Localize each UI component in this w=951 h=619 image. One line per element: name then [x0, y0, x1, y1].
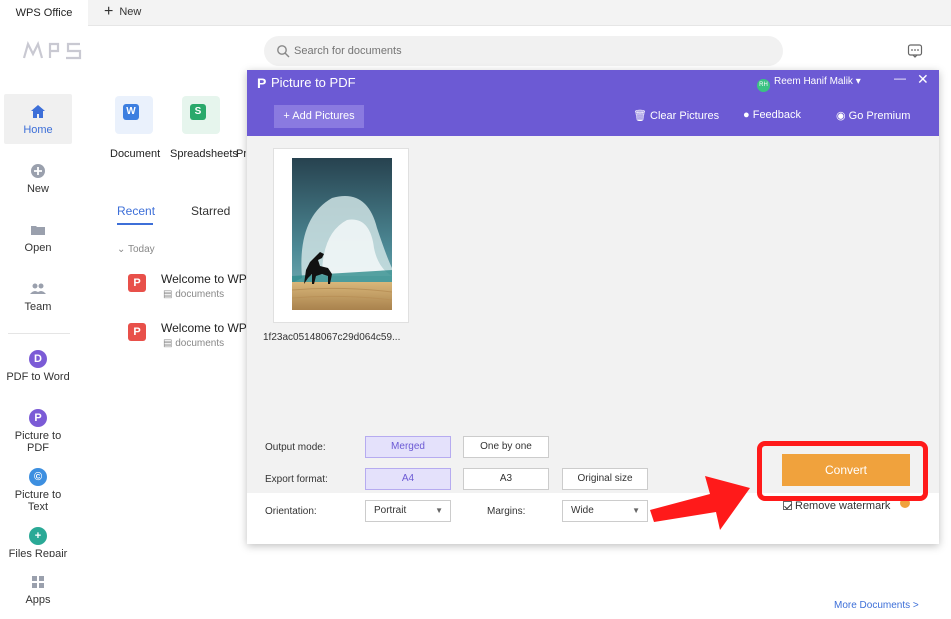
trash-icon: 🗑: [633, 110, 647, 122]
list-item[interactable]: P Welcome to WPS ▤ documents: [128, 272, 255, 304]
search-input[interactable]: [294, 42, 764, 60]
picture-thumbnail[interactable]: [273, 148, 409, 323]
dialog-title: Picture to PDF: [271, 75, 356, 90]
picture-to-text-icon: ©: [29, 468, 47, 486]
thumbnail-image: [292, 158, 392, 310]
pdf-to-word-icon: D: [29, 350, 47, 368]
sidebar-item-new[interactable]: New: [4, 162, 72, 195]
plus-icon: +: [104, 3, 114, 20]
annotation-highlight-box: [757, 441, 928, 501]
sidebar-item-apps[interactable]: Apps: [4, 573, 72, 606]
user-menu[interactable]: RH Reem Hanif Malik ▾: [757, 76, 861, 92]
tile-document[interactable]: W Document: [110, 96, 161, 160]
picture-list-area: 1f23ac05148067c29d064c59...: [247, 136, 939, 493]
file-name: Welcome to WPS: [161, 272, 255, 286]
checkbox-checked-icon: [783, 501, 792, 510]
output-mode-label: Output mode:: [265, 442, 326, 453]
sidebar-item-open[interactable]: Open: [4, 221, 72, 254]
speech-bubble-icon: ●: [743, 109, 750, 121]
add-circle-icon: [31, 164, 45, 178]
clear-pictures-button[interactable]: 🗑 Clear Pictures: [633, 109, 719, 122]
wps-logo: [22, 38, 88, 64]
search-bar[interactable]: [264, 36, 783, 66]
margins-select[interactable]: Wide ▼: [562, 500, 648, 522]
file-location: ▤ documents: [163, 289, 225, 300]
plus-icon: +: [283, 110, 290, 122]
minimize-button[interactable]: —: [894, 71, 906, 85]
document-icon: W: [115, 96, 153, 134]
sidebar-item-label: New: [26, 183, 49, 195]
file-location: ▤ documents: [163, 338, 225, 349]
picture-to-pdf-icon: P: [29, 409, 47, 427]
sidebar-item-label: Files Repair: [8, 548, 68, 557]
sidebar-item-files-repair[interactable]: + Files Repair: [4, 527, 72, 557]
margins-label: Margins:: [487, 506, 526, 517]
new-tab-button[interactable]: + New: [98, 0, 147, 26]
more-documents-link[interactable]: More Documents >: [834, 600, 919, 611]
sidebar-item-label: PDF to Word: [6, 371, 70, 383]
team-icon: [30, 283, 46, 294]
sidebar-item-label: Home: [23, 124, 53, 136]
sidebar-item-picture-to-pdf[interactable]: P Picture to PDF: [4, 409, 72, 454]
files-repair-icon: +: [29, 527, 47, 545]
sidebar-item-team[interactable]: Team: [4, 280, 72, 313]
export-format-label: Export format:: [265, 474, 328, 485]
dialog-header: P Picture to PDF RH Reem Hanif Malik ▾ — …: [247, 70, 939, 136]
sidebar-item-label: Open: [24, 242, 52, 254]
pdf-file-icon: P: [128, 274, 146, 292]
app-tab[interactable]: WPS Office: [0, 0, 88, 26]
tile-presentation[interactable]: Pr: [236, 96, 246, 160]
tab-underline: [117, 223, 153, 225]
export-format-original-size[interactable]: Original size: [562, 468, 648, 490]
caret-down-icon: ▼: [632, 506, 640, 515]
chevron-down-icon: ▾: [855, 76, 861, 87]
tile-label: Spreadsheets: [170, 148, 238, 160]
message-icon[interactable]: [907, 43, 923, 59]
sidebar-divider: [8, 333, 70, 334]
sidebar-item-label: Picture to PDF: [14, 430, 62, 454]
apps-grid-icon: [32, 576, 44, 588]
go-premium-button[interactable]: ◉ Go Premium: [836, 109, 910, 122]
orientation-label: Orientation:: [265, 506, 317, 517]
tile-label: Document: [110, 148, 161, 160]
sidebar-item-label: Apps: [25, 594, 51, 606]
list-item[interactable]: P Welcome to WPS ▤ documents: [128, 321, 255, 353]
new-tab-label: New: [119, 6, 142, 18]
remove-watermark-checkbox[interactable]: Remove watermark: [783, 500, 890, 512]
sidebar-item-home[interactable]: Home: [4, 94, 72, 144]
folder-icon: [31, 226, 45, 235]
add-pictures-button[interactable]: + Add Pictures: [274, 105, 364, 128]
caret-down-icon: ▼: [435, 506, 443, 515]
user-name: Reem Hanif Malik: [774, 76, 853, 87]
premium-shield-icon: ◉: [836, 110, 846, 122]
picture-to-pdf-logo-icon: P: [257, 75, 267, 91]
feedback-button[interactable]: ● Feedback: [743, 109, 801, 121]
orientation-select[interactable]: Portrait ▼: [365, 500, 451, 522]
search-icon: [277, 45, 290, 58]
tab-recent[interactable]: Recent: [117, 204, 155, 218]
output-mode-merged[interactable]: Merged: [365, 436, 451, 458]
file-name: Welcome to WPS: [161, 321, 255, 335]
avatar: RH: [757, 79, 770, 92]
group-today[interactable]: ⌄ Today: [117, 244, 155, 255]
thumbnail-caption: 1f23ac05148067c29d064c59...: [263, 332, 401, 343]
pdf-file-icon: P: [128, 323, 146, 341]
export-format-a4[interactable]: A4: [365, 468, 451, 490]
close-button[interactable]: ✕: [917, 71, 929, 88]
tile-label: Pr: [236, 148, 246, 160]
tab-starred[interactable]: Starred: [191, 204, 230, 218]
sidebar-item-pdf-to-word[interactable]: D PDF to Word: [4, 350, 72, 383]
sidebar-item-label: Team: [24, 301, 52, 313]
output-mode-one-by-one[interactable]: One by one: [463, 436, 549, 458]
export-format-a3[interactable]: A3: [463, 468, 549, 490]
tile-spreadsheets[interactable]: S Spreadsheets: [170, 96, 238, 160]
spreadsheet-icon: S: [182, 96, 220, 134]
sidebar-item-picture-to-text[interactable]: © Picture to Text: [4, 468, 72, 513]
title-bar: WPS Office + New: [0, 0, 951, 26]
sidebar-item-label: Picture to Text: [14, 489, 62, 513]
home-icon: [31, 105, 45, 118]
annotation-arrow-icon: [650, 476, 750, 530]
